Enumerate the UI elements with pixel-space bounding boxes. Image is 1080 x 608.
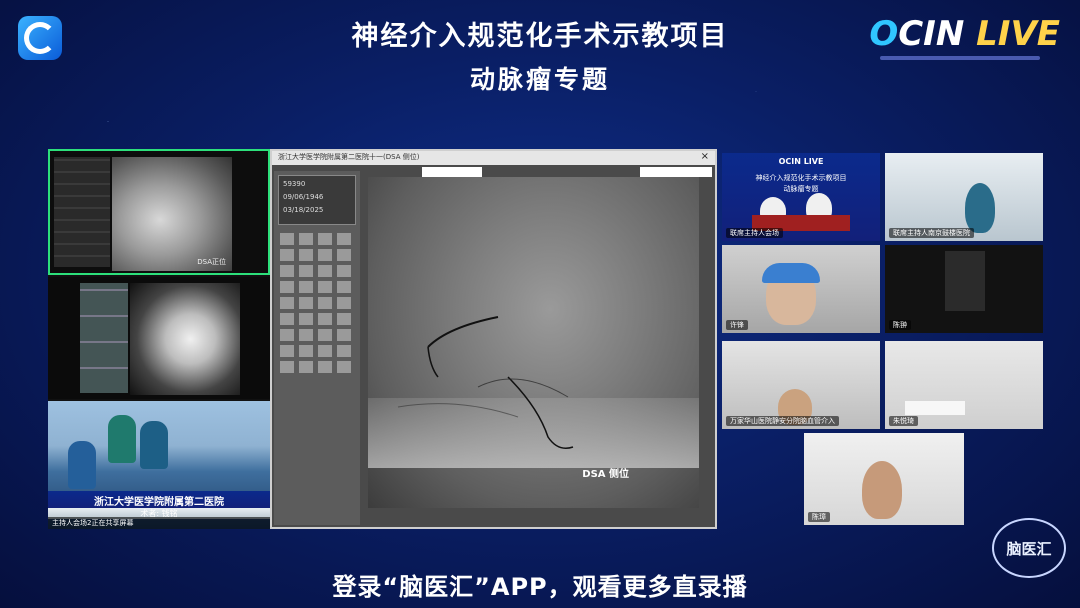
- participant-tile[interactable]: OCIN LIVE 神经介入规范化手术示教项目 动脉瘤专题 联席主持人会场: [722, 153, 880, 241]
- dsa-frontal-caption: DSA正位: [197, 258, 226, 266]
- surgical-cap: [762, 263, 820, 283]
- participant-name: 朱悦琦: [889, 416, 918, 426]
- dsa-lateral-caption: DSA 侧位: [582, 469, 629, 480]
- footer-promo: 登录“脑医汇”APP，观看更多直录播: [332, 573, 748, 601]
- mini-toolbar: [54, 157, 110, 267]
- tile-header: OCIN LIVE: [778, 157, 824, 166]
- 3d-reconstruction-pane[interactable]: [48, 277, 270, 399]
- redacted-bar: [640, 167, 712, 177]
- catheter-guidewire: [397, 316, 574, 449]
- page-subtitle: 动脉瘤专题: [469, 65, 610, 94]
- participant-name: 陈璋: [808, 512, 830, 522]
- patient-info-box: 59390 09/06/1946 03/18/2025: [278, 175, 356, 225]
- surgeon-figure: [68, 441, 96, 489]
- dsa-frontal-image: DSA正位: [112, 157, 232, 271]
- redacted-bar: [422, 167, 482, 177]
- surgeon-figure: [140, 421, 168, 469]
- logo-underline: [880, 56, 1040, 60]
- room-fixture: [945, 251, 985, 311]
- participant-tile[interactable]: 许锋: [722, 245, 880, 333]
- participant-tile[interactable]: 万家华山医院静安分院脑血管介入: [722, 341, 880, 429]
- dsa-frontal-pane[interactable]: DSA正位: [48, 149, 270, 275]
- tool-buttons-grid[interactable]: [280, 233, 356, 373]
- ceiling-light: [905, 401, 965, 415]
- hospital-banner: 浙江大学医学院附属第二医院 术者: 钱铭: [48, 491, 270, 519]
- participant-name: 联席主持人南京鼓楼医院: [889, 228, 974, 238]
- ocin-live-logo: OCIN LIVE: [869, 14, 1060, 54]
- participant-avatar: [965, 183, 995, 233]
- participant-name: 万家华山医院静安分院脑血管介入: [726, 416, 839, 426]
- participant-tile[interactable]: 朱悦琦: [885, 341, 1043, 429]
- dsa-lateral-image[interactable]: DSA 侧位: [368, 177, 699, 508]
- participant-tile[interactable]: 陈翀: [885, 245, 1043, 333]
- participant-name: 陈翀: [889, 320, 911, 330]
- viewer-title: 浙江大学医学院附属第二医院十一(DSA 侧位): [278, 153, 420, 161]
- close-icon[interactable]: ×: [701, 151, 709, 162]
- operating-room-pane[interactable]: 浙江大学医学院附属第二医院 术者: 钱铭 主持人会场2正在共享屏幕: [48, 401, 270, 529]
- participant-name: 联席主持人会场: [726, 228, 783, 238]
- tile-subtitle: 动脉瘤专题: [783, 185, 819, 193]
- thumbnail-strip: [80, 283, 128, 393]
- viewer-tool-panel: 59390 09/06/1946 03/18/2025: [274, 171, 360, 525]
- participant-avatar: [862, 461, 902, 519]
- participant-tile[interactable]: 陈璋: [804, 433, 964, 525]
- tile-title: 神经介入规范化手术示教项目: [755, 174, 847, 182]
- patient-dob: 09/06/1946: [283, 193, 324, 201]
- surgeon-figure: [108, 415, 136, 463]
- share-status: 主持人会场2正在共享屏幕: [48, 517, 270, 529]
- participant-tile[interactable]: 联席主持人南京鼓楼医院: [885, 153, 1043, 241]
- viewer-titlebar: 浙江大学医学院附属第二医院十一(DSA 侧位) ×: [272, 151, 715, 165]
- hospital-name: 浙江大学医学院附属第二医院: [48, 491, 270, 508]
- 3d-vessel-image: [130, 283, 240, 395]
- patient-id: 59390: [283, 180, 306, 188]
- dsa-viewer-window[interactable]: 浙江大学医学院附属第二医院十一(DSA 侧位) × 59390 09/06/19…: [270, 149, 717, 529]
- left-video-stack: DSA正位 浙江大学医学院附属第二医院 术者: 钱铭 主持人会场2正在共享屏幕: [48, 149, 270, 529]
- participant-name: 许锋: [726, 320, 748, 330]
- study-date: 03/18/2025: [283, 206, 324, 214]
